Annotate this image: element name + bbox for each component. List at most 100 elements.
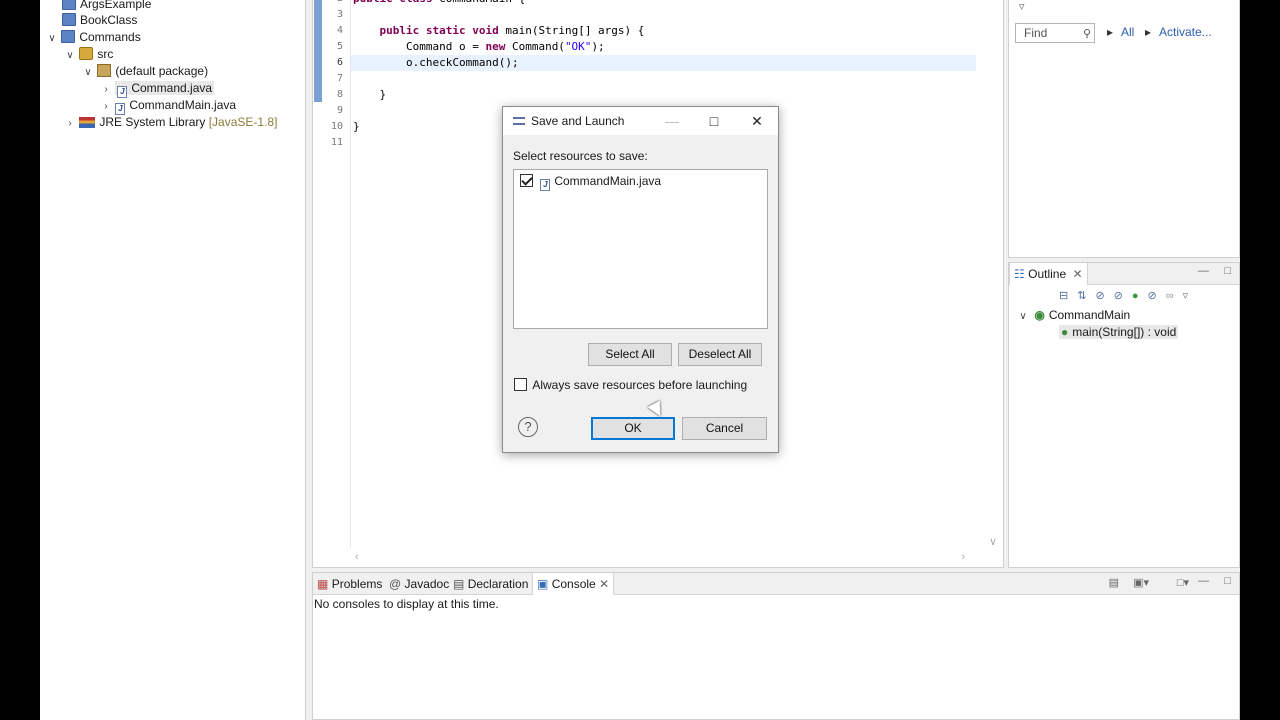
maximize-icon[interactable]: □ bbox=[1224, 575, 1231, 587]
view-menu-icon[interactable]: ▿ bbox=[1019, 0, 1025, 13]
eclipse-icon bbox=[513, 117, 525, 125]
sort-icon[interactable]: ⇅ bbox=[1077, 290, 1095, 302]
tree-item-jre[interactable]: › JRE System Library [JavaSE-1.8] bbox=[64, 114, 277, 131]
display-console-icon[interactable]: ▣▾ bbox=[1133, 576, 1149, 589]
always-save-option[interactable]: Always save resources before launching bbox=[514, 378, 747, 392]
chevron-right-icon[interactable]: › bbox=[100, 98, 112, 115]
chevron-right-icon[interactable]: › bbox=[100, 81, 112, 98]
activate-link[interactable]: Activate... bbox=[1159, 25, 1212, 39]
view-menu-icon[interactable]: ▿ bbox=[1183, 290, 1198, 302]
tree-item-commands[interactable]: ∨ Commands bbox=[46, 29, 141, 46]
close-icon[interactable]: ✕ bbox=[599, 577, 609, 591]
help-icon[interactable]: ? bbox=[518, 417, 538, 437]
line-number: 7 bbox=[336, 73, 343, 84]
resource-checkbox[interactable] bbox=[520, 174, 533, 187]
tree-item-commandmain-java[interactable]: › J CommandMain.java bbox=[100, 97, 236, 115]
collapse-all-icon[interactable]: ⊟ bbox=[1059, 290, 1077, 302]
class-icon: ◉ bbox=[1034, 308, 1045, 322]
source-folder-icon bbox=[79, 47, 94, 60]
minimize-icon[interactable]: — bbox=[1198, 575, 1209, 587]
all-link[interactable]: All bbox=[1121, 25, 1134, 39]
hide-fields-icon[interactable]: ⊘ bbox=[1095, 290, 1113, 302]
close-icon[interactable]: ✕ bbox=[1072, 267, 1082, 281]
link-editor-icon[interactable]: ∞ bbox=[1166, 290, 1183, 302]
vertical-scrollbar[interactable]: ∨ bbox=[985, 0, 1003, 548]
find-input[interactable]: Find ⚲ bbox=[1015, 23, 1095, 43]
outline-icon: ☷ bbox=[1014, 267, 1025, 281]
maximize-icon[interactable]: □ bbox=[693, 107, 735, 135]
code-line[interactable]: } bbox=[351, 87, 976, 103]
outline-item-method[interactable]: ● main(String[]) : void bbox=[1059, 324, 1179, 341]
chevron-right-icon[interactable]: › bbox=[64, 115, 76, 132]
select-all-button[interactable]: Select All bbox=[588, 343, 672, 366]
select-resources-label: Select resources to save: bbox=[513, 149, 648, 163]
chevron-down-icon[interactable]: ∨ bbox=[1017, 308, 1029, 325]
pin-console-icon[interactable]: ▤ bbox=[1109, 576, 1119, 589]
library-icon bbox=[79, 117, 96, 128]
console-icon: ▣ bbox=[537, 577, 549, 591]
problems-icon: ▦ bbox=[317, 577, 329, 591]
open-console-icon[interactable]: □▾ bbox=[1177, 576, 1189, 589]
javadoc-icon: @ bbox=[389, 577, 402, 591]
code-line[interactable]: Command o = new Command("OK"); bbox=[351, 39, 976, 55]
code-line[interactable] bbox=[351, 7, 976, 23]
line-number: 4 bbox=[336, 25, 343, 36]
hide-nonpublic-icon[interactable]: ● bbox=[1132, 290, 1148, 302]
tab-javadoc[interactable]: @ Javadoc bbox=[385, 573, 453, 595]
task-list-panel: ▿ Find ⚲ ▸ All ▸ Activate... bbox=[1008, 0, 1240, 258]
package-icon bbox=[97, 64, 112, 77]
minimize-icon[interactable]: — bbox=[1198, 265, 1209, 277]
package-explorer: ArgsExample BookClass ∨ Commands ∨ src ∨… bbox=[40, 0, 306, 720]
chevron-down-icon[interactable]: ∨ bbox=[82, 64, 94, 81]
code-line[interactable]: public class CommandMain { bbox=[351, 0, 976, 7]
close-icon[interactable]: ✕ bbox=[736, 107, 778, 135]
search-icon: ⚲ bbox=[1082, 28, 1091, 40]
cancel-button[interactable]: Cancel bbox=[682, 417, 767, 440]
bottom-tab-bar: ▦ Problems @ Javadoc ▤ Declaration ▣ Con… bbox=[313, 573, 1239, 595]
resource-item[interactable]: J CommandMain.java bbox=[520, 174, 661, 191]
minimize-icon[interactable]: — bbox=[651, 107, 693, 135]
tab-problems[interactable]: ▦ Problems bbox=[313, 573, 386, 595]
hide-static-icon[interactable]: ⊘ bbox=[1114, 290, 1132, 302]
line-number: 10 bbox=[330, 121, 343, 132]
arrow-right-icon: ▸ bbox=[1145, 25, 1152, 39]
ok-button[interactable]: OK bbox=[591, 417, 675, 440]
line-number: 6 bbox=[336, 57, 343, 68]
java-file-icon: J bbox=[540, 179, 551, 191]
line-number: 2 bbox=[323, 0, 349, 7]
tab-outline[interactable]: ☷ Outline ✕ bbox=[1009, 263, 1088, 285]
horizontal-scrollbar[interactable]: ‹ › bbox=[349, 549, 969, 567]
chevron-down-icon[interactable]: ∨ bbox=[64, 47, 76, 64]
project-icon bbox=[61, 30, 76, 43]
change-marker bbox=[314, 0, 322, 102]
code-line[interactable]: public static void main(String[] args) { bbox=[351, 23, 976, 39]
scroll-down-icon[interactable]: ∨ bbox=[989, 535, 997, 548]
chevron-down-icon[interactable]: ∨ bbox=[46, 30, 58, 47]
always-save-checkbox[interactable] bbox=[514, 378, 527, 391]
hide-local-types-icon[interactable]: ⊘ bbox=[1148, 290, 1166, 302]
method-icon: ● bbox=[1061, 325, 1069, 339]
scroll-left-icon[interactable]: ‹ bbox=[355, 551, 359, 563]
resource-list[interactable]: J CommandMain.java bbox=[513, 169, 768, 329]
outline-item-class[interactable]: ∨ ◉ CommandMain bbox=[1017, 307, 1130, 324]
outline-tab-bar: ☷ Outline ✕ — □ bbox=[1009, 263, 1239, 285]
code-line[interactable]: o.checkCommand(); bbox=[351, 55, 976, 71]
line-number: 9 bbox=[336, 105, 343, 116]
tab-declaration[interactable]: ▤ Declaration bbox=[449, 573, 532, 595]
declaration-icon: ▤ bbox=[453, 577, 465, 591]
dialog-title-bar[interactable]: Save and Launch — □ ✕ bbox=[503, 107, 778, 135]
tree-item-src[interactable]: ∨ src bbox=[64, 46, 113, 63]
tab-console[interactable]: ▣ Console ✕ bbox=[532, 573, 615, 595]
tree-item-command-java[interactable]: › J Command.java bbox=[100, 80, 215, 98]
tree-item-default-package[interactable]: ∨ (default package) bbox=[82, 63, 208, 80]
project-icon bbox=[62, 13, 76, 26]
line-number: 11 bbox=[330, 137, 343, 148]
maximize-icon[interactable]: □ bbox=[1224, 265, 1231, 277]
code-line[interactable] bbox=[351, 71, 976, 87]
line-number: 8 bbox=[336, 89, 343, 100]
scroll-right-icon[interactable]: › bbox=[961, 551, 965, 563]
deselect-all-button[interactable]: Deselect All bbox=[678, 343, 762, 366]
tree-item-bookclass[interactable]: BookClass bbox=[62, 12, 137, 29]
outline-panel: ☷ Outline ✕ — □ ⊟⇅⊘⊘●⊘∞▿ ∨ ◉ CommandMain … bbox=[1008, 262, 1240, 568]
line-number-gutter: 2 3 4 5 6 7 8 9 10 11 bbox=[323, 0, 349, 548]
